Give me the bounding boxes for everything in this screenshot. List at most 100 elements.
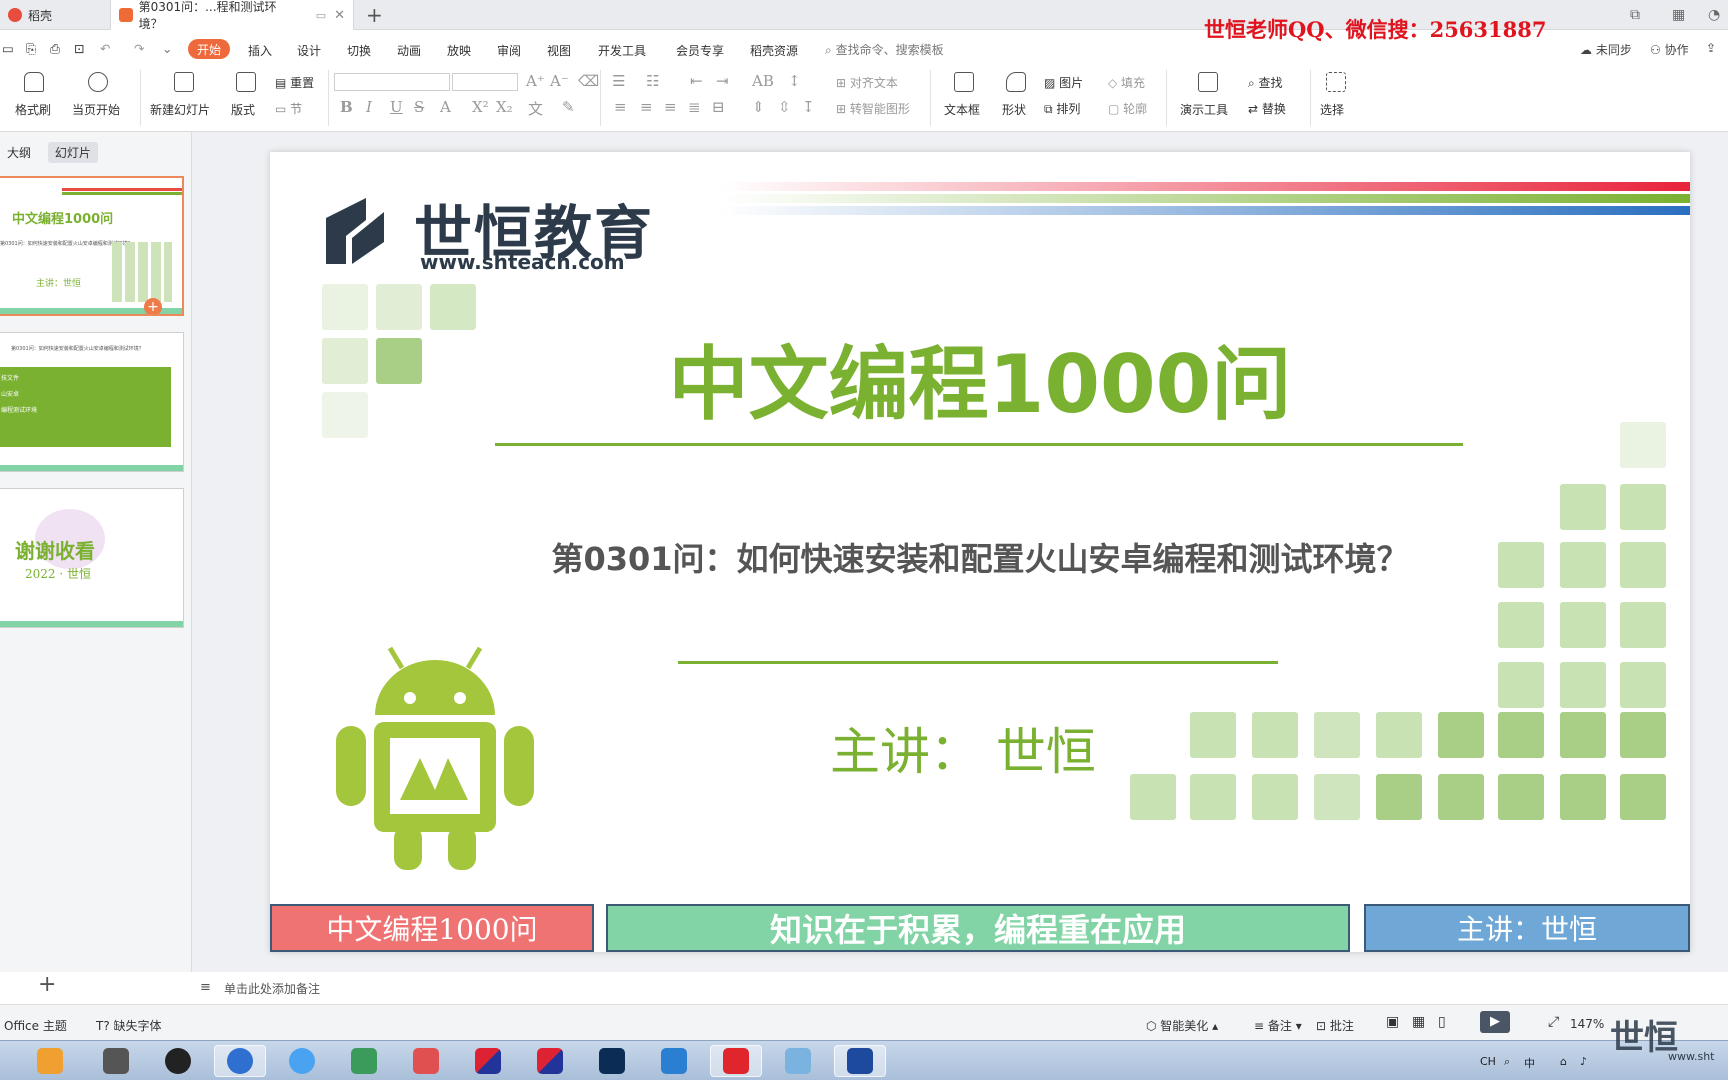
numbering-icon[interactable]: ☷ <box>646 72 659 90</box>
convert-smartart-button[interactable]: ⊞ 转智能图形 <box>836 100 910 117</box>
format-painter-button[interactable]: 格式刷 <box>15 101 51 118</box>
underline-icon[interactable]: U <box>390 98 403 116</box>
comments-toggle[interactable]: ⊡ 批注 <box>1316 1017 1354 1034</box>
arrange-button[interactable]: ⧉ 排列 <box>1044 100 1080 117</box>
slide-thumbnail-1[interactable]: 中文编程1000问 第0301问：如何快速安装和配置火山安卓编程和测试环境？ 主… <box>0 176 184 316</box>
app-icon[interactable] <box>648 1045 700 1077</box>
export-icon[interactable]: ⎘ <box>26 41 36 57</box>
volume-icon[interactable]: ♪ <box>1580 1055 1587 1068</box>
menu-insert[interactable]: 插入 <box>248 42 272 59</box>
collab-button[interactable]: ⚇ 协作 <box>1650 41 1689 58</box>
ime-indicator[interactable]: CH <box>1480 1055 1496 1068</box>
notes-placeholder[interactable]: 单击此处添加备注 <box>224 980 320 997</box>
footer-right[interactable]: 主讲：世恒 <box>1364 904 1690 952</box>
reading-view-icon[interactable]: ▯ <box>1438 1014 1446 1030</box>
word-icon[interactable] <box>834 1045 886 1077</box>
redo-icon[interactable]: ↷ <box>134 41 144 56</box>
undo-icon[interactable]: ↶ <box>100 41 110 56</box>
tab-outline[interactable]: 大纲 <box>0 142 38 163</box>
replace-button[interactable]: ⇄ 替换 <box>1248 100 1286 117</box>
add-slide-icon[interactable]: + <box>144 298 162 314</box>
menu-animation[interactable]: 动画 <box>397 42 421 59</box>
theme-label[interactable]: Office 主题 <box>4 1017 67 1034</box>
para-before-icon[interactable]: ⇕ <box>752 98 765 116</box>
play-slideshow-button[interactable]: ▶ <box>1480 1011 1510 1033</box>
menu-docer[interactable]: 稻壳资源 <box>750 42 798 59</box>
share-icon[interactable]: ⇪ <box>1706 41 1716 55</box>
missing-font-button[interactable]: T? 缺失字体 <box>96 1017 162 1034</box>
menu-view[interactable]: 视图 <box>547 42 571 59</box>
beautify-button[interactable]: ⬡ 智能美化 ▴ <box>1146 1017 1218 1034</box>
distribute-icon[interactable]: ⊟ <box>712 98 725 116</box>
new-tab-button[interactable]: + <box>366 3 383 27</box>
tab-slides[interactable]: 幻灯片 <box>47 142 98 163</box>
strikethrough-icon[interactable]: S <box>414 98 424 116</box>
wps-icon[interactable] <box>710 1045 762 1077</box>
superscript-icon[interactable]: X² <box>472 98 489 116</box>
para-spacing-icon[interactable]: ↧ <box>802 98 815 116</box>
fish-icon[interactable] <box>338 1045 390 1077</box>
align-text-button[interactable]: ⊞ 对齐文本 <box>836 74 898 91</box>
menu-transition[interactable]: 切换 <box>347 42 371 59</box>
bullets-icon[interactable]: ☰ <box>612 72 625 90</box>
char-spacing-icon[interactable]: AB <box>752 72 774 90</box>
user-icon[interactable]: ◔ <box>1708 7 1720 23</box>
picture-button[interactable]: ▨ 图片 <box>1044 74 1083 91</box>
play-current-button[interactable]: 当页开始 <box>72 101 120 118</box>
preview-icon[interactable]: ⊡ <box>74 41 84 56</box>
bold-icon[interactable]: B <box>340 98 353 116</box>
fit-window-icon[interactable]: ⤢ <box>1548 1014 1559 1030</box>
select-button[interactable]: 选择 <box>1320 101 1344 118</box>
toolbox-icon[interactable] <box>90 1045 142 1077</box>
sync-status[interactable]: ☁ 未同步 <box>1580 41 1632 58</box>
subscript-icon[interactable]: X₂ <box>496 98 513 116</box>
outline-button[interactable]: ▢ 轮廓 <box>1108 100 1147 117</box>
highlight-icon[interactable]: ✎ <box>562 98 575 116</box>
photoshop-icon[interactable] <box>586 1045 638 1077</box>
normal-view-icon[interactable]: ▣ <box>1386 1014 1399 1030</box>
align-left-icon[interactable]: ≡ <box>614 98 627 116</box>
grid-icon[interactable]: ▦ <box>1672 7 1685 23</box>
layout-button[interactable]: 版式 <box>231 101 255 118</box>
find-button[interactable]: ⌕ 查找 <box>1248 74 1283 91</box>
command-search[interactable]: ⌕ 查找命令、搜索模板 <box>825 41 944 58</box>
menu-member[interactable]: 会员专享 <box>676 42 724 59</box>
phonetic-icon[interactable]: 文 <box>528 98 543 119</box>
clear-format-icon[interactable]: ⌫ <box>578 72 599 90</box>
lang-indicator[interactable]: 中 <box>1524 1055 1535 1071</box>
add-slide-button[interactable]: + <box>38 972 56 997</box>
book-icon[interactable] <box>772 1045 824 1077</box>
indent-increase-icon[interactable]: ⇥ <box>716 72 729 90</box>
line-spacing-icon[interactable]: ↕ <box>788 72 801 90</box>
slide-thumbnail-3[interactable]: 谢谢收看 2022 · 世恒 <box>0 488 184 628</box>
notes-toggle[interactable]: ≡ 备注 ▾ <box>1254 1017 1302 1034</box>
font-name-select[interactable] <box>334 73 450 91</box>
font-color-icon[interactable]: A <box>440 98 451 116</box>
menu-review[interactable]: 审阅 <box>497 42 521 59</box>
italic-icon[interactable]: I <box>366 98 372 116</box>
volcano-icon[interactable] <box>462 1045 514 1077</box>
menu-start[interactable]: 开始 <box>188 39 230 59</box>
shape-button[interactable]: 形状 <box>1002 101 1026 118</box>
network-icon[interactable]: ⌂ <box>1560 1055 1567 1068</box>
menu-design[interactable]: 设计 <box>297 42 321 59</box>
shrink-font-icon[interactable]: A⁻ <box>550 72 569 90</box>
footer-left[interactable]: 中文编程1000问 <box>270 904 594 952</box>
window-layout-icon[interactable]: ⧉ <box>1630 7 1640 23</box>
section-button[interactable]: ▭ 节 <box>275 100 302 117</box>
menu-developer[interactable]: 开发工具 <box>598 42 646 59</box>
align-right-icon[interactable]: ≡ <box>664 98 677 116</box>
reset-button[interactable]: ▤ 重置 <box>275 74 314 91</box>
align-center-icon[interactable]: ≡ <box>640 98 653 116</box>
sogou-icon[interactable] <box>214 1045 266 1077</box>
volcano2-icon[interactable] <box>524 1045 576 1077</box>
zoom-level[interactable]: 147% <box>1570 1017 1604 1031</box>
tab-docer[interactable]: 稻壳 <box>0 0 110 30</box>
menu-slideshow[interactable]: 放映 <box>447 42 471 59</box>
font-size-select[interactable] <box>452 73 518 91</box>
fill-button[interactable]: ◇ 填充 <box>1108 74 1145 91</box>
slide-main[interactable]: 世恒教育 www.shteach.com 中文编程1000问 第0301问：如何… <box>270 152 1690 952</box>
presentation-tools-button[interactable]: 演示工具 <box>1180 101 1228 118</box>
tab-document[interactable]: 第0301问：...程和测试环境？ ▭ ✕ <box>110 0 354 31</box>
quick-more-icon[interactable]: ⌄ <box>162 41 172 56</box>
